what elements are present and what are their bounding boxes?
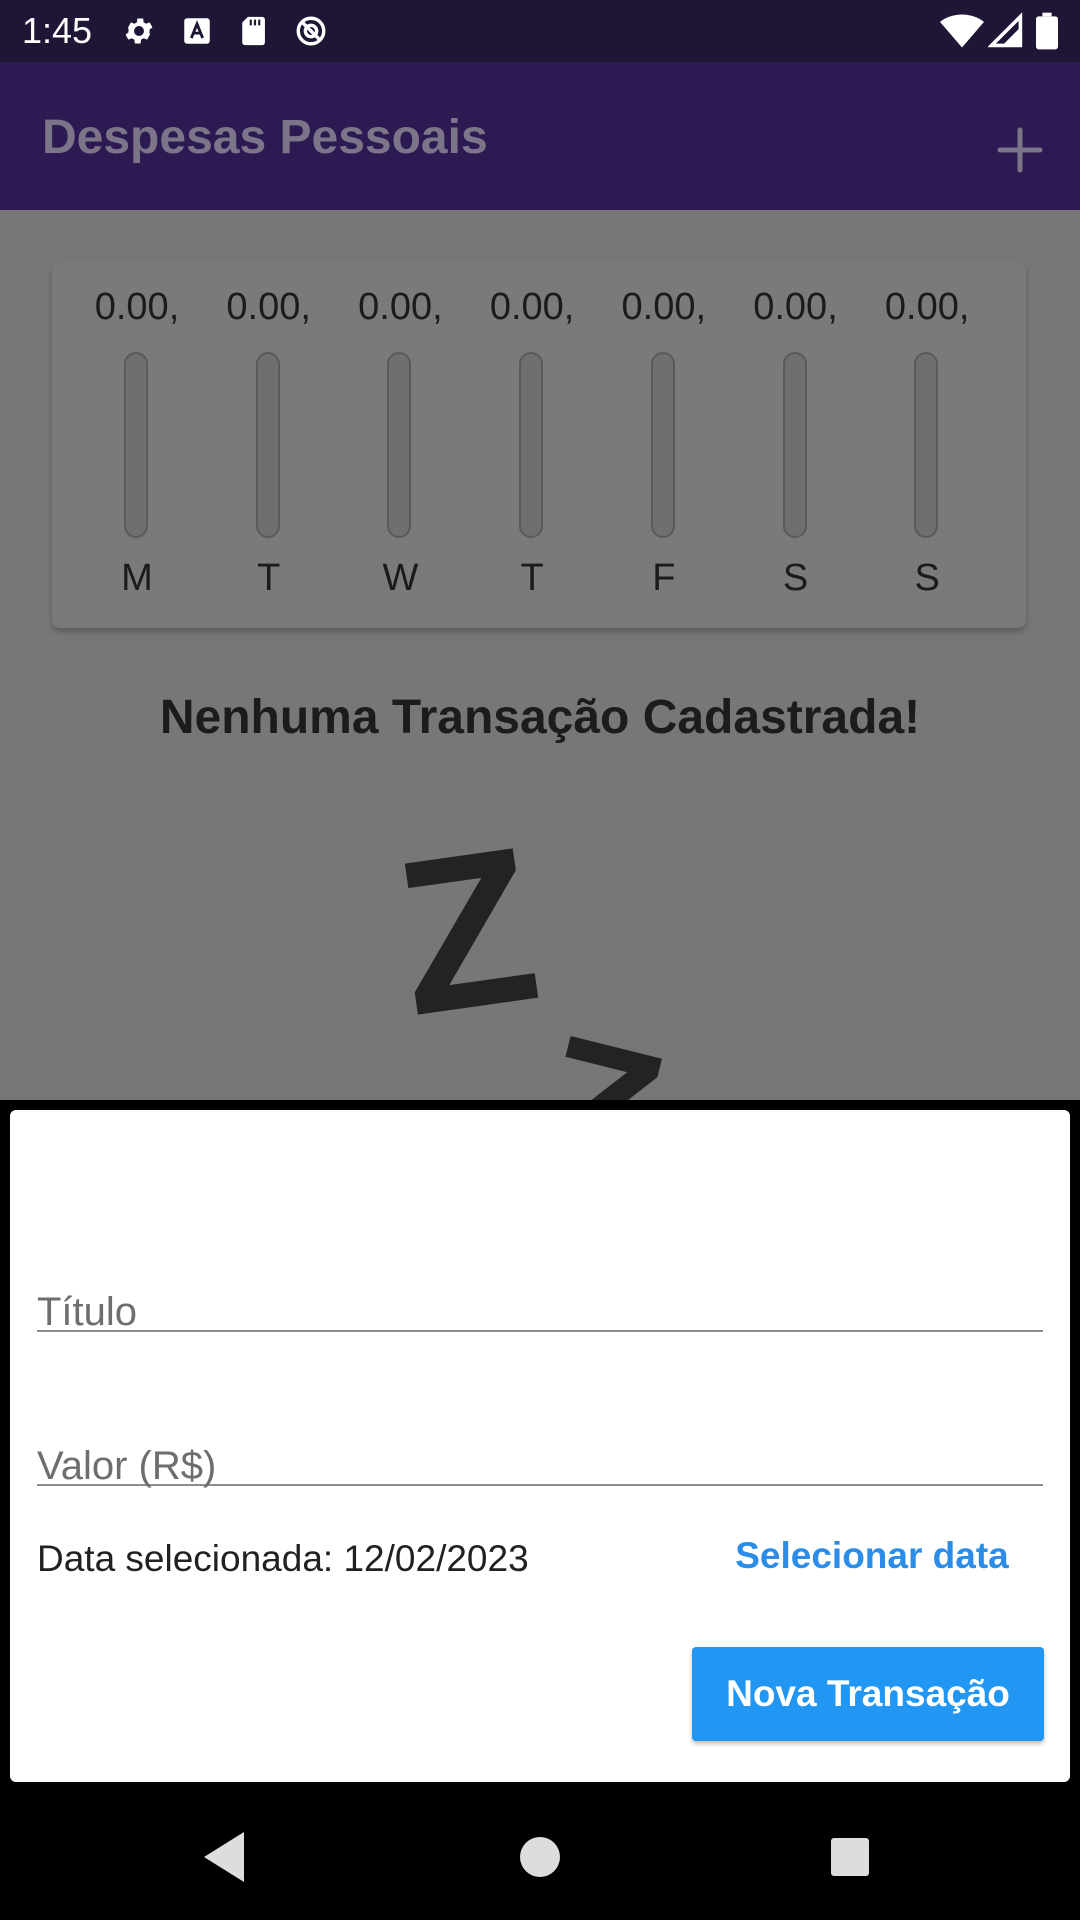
bar-day-label: S [782,557,809,599]
new-transaction-submit-button[interactable]: Nova Transação [692,1647,1044,1741]
svg-text:Z: Z [384,800,551,1062]
bar-value-label: 0.00, [884,286,970,328]
bar-day-label: T [257,557,281,599]
chart-column: 0.00, W [340,262,460,628]
chart-column: 0.00, S [736,262,856,628]
value-field-label: Valor (R$) [37,1444,217,1488]
bar-value-label: 0.00, [489,286,575,328]
app-bar: Despesas Pessoais [0,62,1080,210]
bar-value-label: 0.00, [226,286,311,328]
bar-day-label: M [121,557,153,599]
wifi-icon [940,14,984,48]
select-date-button[interactable]: Selecionar data [722,1516,1022,1596]
bar-track [782,352,807,538]
chart-column: 0.00, M [77,262,197,628]
bar-track [387,352,412,538]
main-content: 0.00, M 0.00, T 0.00, W 0.00, T 0.00, F 0.00, S 0.00… [0,210,1080,1100]
chart-column: 0.00, T [209,262,329,628]
bar-track [255,352,280,538]
do-not-disturb-icon [296,16,326,46]
bar-track [124,352,148,538]
bar-day-label: F [652,557,676,599]
zzz-icon: Z Z [384,800,681,1100]
title-field[interactable]: Título [37,1210,1043,1334]
home-button[interactable] [500,1824,580,1890]
title-field-label: Título [37,1290,138,1334]
home-icon [520,1837,560,1877]
navigation-bar [0,1794,1080,1920]
bar-value-label: 0.00, [358,286,443,328]
bar-day-label: W [382,557,419,599]
sd-card-icon [242,16,265,46]
recents-button[interactable] [810,1824,890,1890]
selected-date-text: Data selecionada: 12/02/2023 [37,1538,529,1579]
recents-icon [831,1838,869,1876]
add-transaction-button[interactable] [982,112,1058,188]
back-button[interactable] [186,1824,266,1890]
bar-value-label: 0.00, [753,286,838,328]
bar-day-label: T [520,557,544,599]
signal-icon [988,12,1023,48]
bar-track [914,352,939,538]
gear-icon [125,18,153,44]
chart-column: 0.00, F [604,262,724,628]
chart-column: 0.00, S [867,262,987,628]
plus-icon [997,127,1043,173]
back-icon [204,1832,244,1882]
bar-track [650,352,675,538]
weekly-chart: 0.00, M 0.00, T 0.00, W 0.00, T 0.00, F 0.00, S 0.00… [52,262,1026,628]
chart-column: 0.00, T [472,262,592,628]
bar-value-label: 0.00, [94,286,180,328]
app-title: Despesas Pessoais [42,111,488,164]
text-a-icon [184,18,210,44]
value-field[interactable]: Valor (R$) [37,1364,1043,1488]
status-bar: 1:45 [0,0,1080,62]
status-time: 1:45 [22,10,93,51]
battery-icon [1036,12,1058,50]
empty-state-title: Nenhuma Transação Cadastrada! [159,691,921,744]
new-transaction-sheet: Título Valor (R$) Data selecionada: 12/0… [10,1110,1070,1782]
bar-value-label: 0.00, [621,286,707,328]
bar-day-label: S [914,557,940,599]
bar-track [519,352,544,538]
